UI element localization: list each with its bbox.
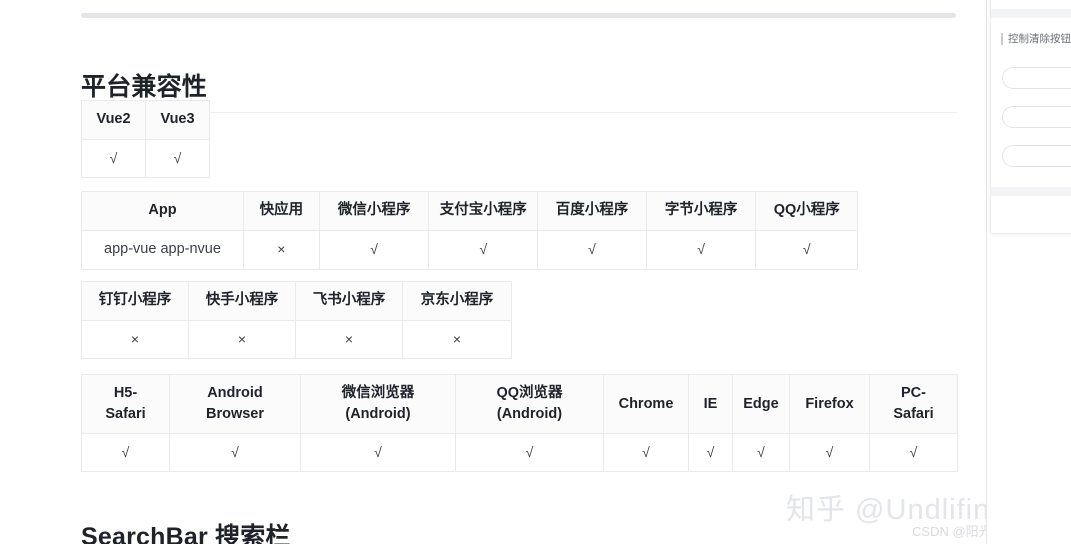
cell-qq-browser-support: √ bbox=[455, 433, 604, 473]
preview-search-input-4[interactable] bbox=[1002, 106, 1071, 128]
col-header-line1: Android bbox=[207, 385, 263, 401]
col-header-weixin-miniprogram: 微信小程序 bbox=[318, 191, 430, 231]
cell-vue3-support: √ bbox=[145, 138, 210, 178]
col-header-qq-miniprogram: QQ小程序 bbox=[755, 191, 858, 231]
col-header-chrome: Chrome bbox=[603, 373, 689, 435]
table-header-row: App 快应用 微信小程序 支付宝小程序 百度小程序 字节小程序 QQ小程序 bbox=[81, 191, 858, 231]
cell-weixin-support: √ bbox=[318, 229, 430, 270]
cell-android-browser-support: √ bbox=[169, 433, 301, 473]
cell-firefox-support: √ bbox=[789, 433, 870, 473]
col-header-line1: H5- bbox=[113, 385, 138, 401]
col-header-qq-browser-android: QQ浏览器 (Android) bbox=[455, 373, 604, 435]
col-header-vue2: Vue2 bbox=[81, 100, 146, 140]
cell-weixin-browser-support: √ bbox=[300, 433, 456, 473]
col-header-firefox: Firefox bbox=[789, 373, 870, 435]
preview-section-divider bbox=[991, 9, 1071, 18]
preview-panel: 控制清除按钮 bbox=[986, 0, 1071, 544]
miniprogram-compatibility-table: 钉钉小程序 快手小程序 飞书小程序 京东小程序 × × × × bbox=[81, 281, 512, 359]
col-header-app: App bbox=[81, 191, 244, 231]
col-header-bytedance-miniprogram: 字节小程序 bbox=[645, 191, 757, 231]
col-header-weixin-browser-android: 微信浏览器 (Android) bbox=[300, 373, 456, 435]
col-header-feishu-miniprogram: 飞书小程序 bbox=[295, 281, 403, 321]
table-row: √ √ bbox=[81, 138, 210, 178]
col-header-line1: PC- bbox=[901, 385, 926, 401]
cell-feishu-support: × bbox=[295, 319, 403, 359]
col-header-line2: Browser bbox=[205, 406, 265, 423]
cell-pc-safari-support: √ bbox=[869, 433, 958, 473]
col-header-baidu-miniprogram: 百度小程序 bbox=[537, 191, 647, 231]
preview-search-input-5[interactable] bbox=[1002, 145, 1071, 167]
col-header-line2: Safari bbox=[105, 406, 146, 423]
page-title-platform-compatibility: 平台兼容性 bbox=[81, 67, 958, 113]
device-preview-frame: 控制清除按钮 bbox=[990, 0, 1071, 234]
cell-baidu-support: √ bbox=[537, 229, 647, 270]
col-header-line2: (Android) bbox=[345, 406, 411, 423]
col-header-line2: (Android) bbox=[496, 406, 563, 423]
watermark-csdn: CSDN @阳光shine bbox=[912, 524, 986, 539]
cell-alipay-support: √ bbox=[428, 229, 539, 270]
preview-section-divider-2 bbox=[991, 187, 1071, 196]
cell-quickapp-support: × bbox=[242, 229, 320, 270]
col-header-pc-safari: PC- Safari bbox=[869, 373, 958, 435]
col-header-dingtalk-miniprogram: 钉钉小程序 bbox=[81, 281, 189, 321]
table-header-row: Vue2 Vue3 bbox=[81, 100, 210, 140]
col-header-edge: Edge bbox=[732, 373, 790, 435]
app-compatibility-table: App 快应用 微信小程序 支付宝小程序 百度小程序 字节小程序 QQ小程序 a… bbox=[81, 191, 858, 270]
cell-jd-support: × bbox=[402, 319, 512, 359]
browser-compatibility-table: H5- Safari Android Browser 微信浏览器 (Androi… bbox=[81, 373, 958, 473]
col-header-ie: IE bbox=[688, 373, 733, 435]
cell-kuaishou-support: × bbox=[188, 319, 296, 359]
col-header-alipay-miniprogram: 支付宝小程序 bbox=[428, 191, 539, 231]
preview-search-input-3[interactable] bbox=[1002, 67, 1071, 89]
col-header-vue3: Vue3 bbox=[145, 100, 210, 140]
col-header-quickapp: 快应用 bbox=[242, 191, 320, 231]
col-header-android-browser: Android Browser bbox=[169, 373, 301, 435]
col-header-line1: 微信浏览器 bbox=[341, 385, 415, 401]
document-content: 平台兼容性 Vue2 Vue3 √ √ App 快应用 微信小程序 支付宝小程序… bbox=[0, 0, 986, 544]
table-header-row: H5- Safari Android Browser 微信浏览器 (Androi… bbox=[81, 373, 958, 435]
table-header-row: 钉钉小程序 快手小程序 飞书小程序 京东小程序 bbox=[81, 281, 512, 321]
cell-bytedance-support: √ bbox=[645, 229, 757, 270]
cell-edge-support: √ bbox=[732, 433, 790, 473]
preview-section-label: 控制清除按钮 bbox=[1001, 33, 1071, 45]
table-row: √ √ √ √ √ √ √ √ √ bbox=[81, 433, 958, 473]
cell-ie-support: √ bbox=[688, 433, 733, 473]
col-header-h5-safari: H5- Safari bbox=[81, 373, 170, 435]
col-header-line2: Safari bbox=[893, 406, 934, 423]
cell-dingtalk-support: × bbox=[81, 319, 189, 359]
table-row: × × × × bbox=[81, 319, 512, 359]
page-root: 平台兼容性 Vue2 Vue3 √ √ App 快应用 微信小程序 支付宝小程序… bbox=[0, 0, 1071, 544]
col-header-line1: QQ浏览器 bbox=[496, 385, 563, 401]
col-header-kuaishou-miniprogram: 快手小程序 bbox=[188, 281, 296, 321]
cell-vue2-support: √ bbox=[81, 138, 146, 178]
top-divider bbox=[81, 13, 956, 18]
cell-app-platforms: app-vue app-nvue bbox=[81, 229, 244, 270]
vue-compatibility-table: Vue2 Vue3 √ √ bbox=[81, 100, 210, 178]
cell-h5-safari-support: √ bbox=[81, 433, 170, 473]
table-row: app-vue app-nvue × √ √ √ √ √ bbox=[81, 229, 858, 270]
cell-qq-support: √ bbox=[755, 229, 858, 270]
col-header-jd-miniprogram: 京东小程序 bbox=[402, 281, 512, 321]
cell-chrome-support: √ bbox=[603, 433, 689, 473]
